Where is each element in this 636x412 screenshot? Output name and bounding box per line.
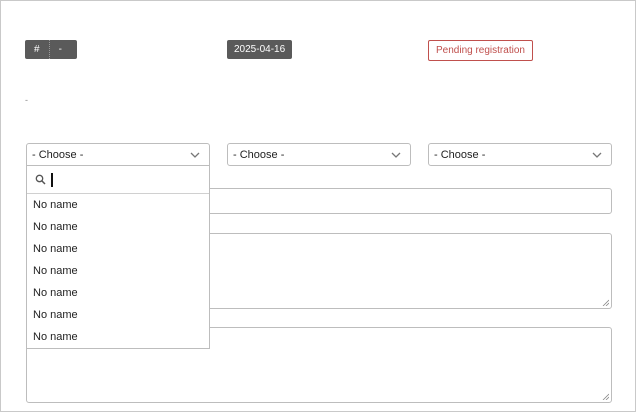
select-2-value: - Choose - <box>233 148 285 161</box>
text-caret <box>51 173 53 187</box>
note-text: - <box>25 95 28 105</box>
id-value: - <box>58 44 62 55</box>
dropdown-option[interactable]: No name <box>27 194 209 216</box>
form-panel: # - 2025-04-16 Pending registration - - … <box>0 0 636 412</box>
select-1[interactable]: - Choose - <box>26 143 210 166</box>
dropdown-option[interactable]: No name <box>27 326 209 348</box>
select-1-value: - Choose - <box>32 148 84 161</box>
resize-grip-icon[interactable] <box>602 393 609 400</box>
dropdown-option[interactable]: No name <box>27 238 209 260</box>
select-3[interactable]: - Choose - <box>428 143 612 166</box>
dropdown-option[interactable]: No name <box>27 304 209 326</box>
resize-grip-icon[interactable] <box>602 299 609 306</box>
select-1-dropdown: No name No name No name No name No name … <box>26 166 210 349</box>
chevron-down-icon <box>391 152 401 158</box>
search-icon <box>35 174 46 185</box>
dropdown-search[interactable] <box>27 166 209 194</box>
dropdown-option[interactable]: No name <box>27 260 209 282</box>
date-chip: 2025-04-16 <box>227 40 293 59</box>
chevron-down-icon <box>190 152 200 158</box>
select-3-value: - Choose - <box>434 148 486 161</box>
select-2[interactable]: - Choose - <box>227 143 411 166</box>
status-badge: Pending registration <box>428 40 533 61</box>
id-hash: # <box>34 44 40 55</box>
dropdown-option[interactable]: No name <box>27 216 209 238</box>
id-chip: # - <box>25 40 77 59</box>
dropdown-option[interactable]: No name <box>27 282 209 304</box>
chevron-down-icon <box>592 152 602 158</box>
